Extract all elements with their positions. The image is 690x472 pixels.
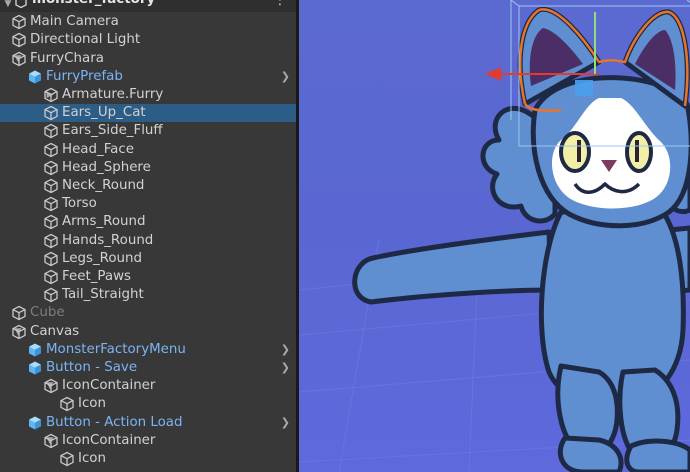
hierarchy-item-label: Icon <box>78 396 106 412</box>
hierarchy-item-label: Directional Light <box>30 32 141 48</box>
open-prefab-chevron-icon[interactable]: ❯ <box>281 359 290 377</box>
gameobject-icon <box>43 87 59 103</box>
hierarchy-item-label: FurryPrefab <box>46 68 123 84</box>
gameobject-icon <box>11 324 27 340</box>
gameobject-icon <box>43 142 59 158</box>
hierarchy-panel[interactable]: ▼ monster_factory ⋮ Main Camera Directional … <box>0 0 296 472</box>
hierarchy-item-label: Hands_Round <box>62 232 154 248</box>
eye-left <box>559 131 591 173</box>
hierarchy-item[interactable]: ▼Button - Action Load❯ <box>0 414 296 432</box>
gizmo-center-handle[interactable] <box>575 80 593 96</box>
hierarchy-item[interactable]: ▼ IconContainer <box>0 432 296 450</box>
gameobject-icon <box>43 251 59 267</box>
gameobject-icon <box>43 178 59 194</box>
gameobject-icon <box>59 451 75 467</box>
hierarchy-item-label: Feet_Paws <box>62 269 131 284</box>
hierarchy-item-label: Arms_Round <box>62 214 146 230</box>
character-arm-left <box>352 229 554 305</box>
gameobject-icon <box>43 287 59 303</box>
gameobject-icon <box>43 269 59 285</box>
hierarchy-item-label: Cube <box>30 305 65 321</box>
hierarchy-item-label: Armature.Furry <box>62 87 164 102</box>
hierarchy-item[interactable]: Neck_Round <box>0 177 296 195</box>
hierarchy-item[interactable]: Directional Light <box>0 31 296 49</box>
prefab-icon <box>27 69 43 85</box>
gameobject-icon <box>11 51 27 67</box>
hierarchy-item-label: Head_Sphere <box>62 159 151 175</box>
scene-view[interactable] <box>299 0 690 472</box>
character-foot-left <box>558 435 624 472</box>
scene-viewport[interactable] <box>299 0 690 472</box>
hierarchy-item[interactable]: Feet_Paws <box>0 268 296 286</box>
hierarchy-menu-button[interactable]: ⋮ <box>273 0 287 7</box>
hierarchy-item-label: IconContainer <box>62 378 156 394</box>
fold-arrow-icon[interactable]: ▼ <box>2 0 14 13</box>
hierarchy-item[interactable]: Icon <box>0 395 296 413</box>
character-foot-right <box>624 438 690 472</box>
gameobject-icon <box>43 214 59 230</box>
gameobject-icon <box>43 123 59 139</box>
hierarchy-item[interactable]: ▼Button - Save❯ <box>0 359 296 377</box>
scene-name: monster_factory <box>32 0 155 6</box>
hierarchy-item[interactable]: Cube <box>0 304 296 322</box>
gameobject-icon <box>59 396 75 412</box>
open-prefab-chevron-icon[interactable]: ❯ <box>281 68 290 86</box>
scene-title-row[interactable]: ▼ monster_factory ⋮ <box>0 0 296 12</box>
hierarchy-item-label: Canvas <box>30 323 80 339</box>
hierarchy-item[interactable]: Head_Sphere <box>0 159 296 177</box>
hierarchy-item[interactable]: Legs_Round <box>0 250 296 268</box>
hierarchy-item-label: Main Camera <box>30 14 119 30</box>
hierarchy-item-label: IconContainer <box>62 432 156 448</box>
hierarchy-item-label: Neck_Round <box>62 178 145 193</box>
hierarchy-item[interactable]: Head_Face <box>0 141 296 159</box>
scene-icon <box>14 0 30 11</box>
furry-character[interactable] <box>352 6 690 472</box>
hierarchy-item[interactable]: Arms_Round <box>0 213 296 231</box>
hierarchy-item[interactable]: Ears_Side_Fluff <box>0 122 296 140</box>
unity-editor: ▼ monster_factory ⋮ Main Camera Directional … <box>0 0 690 472</box>
prefab-icon <box>27 415 43 431</box>
gameobject-icon <box>43 160 59 176</box>
gizmo-x-arrow[interactable] <box>485 67 501 81</box>
hierarchy-item-label: Tail_Straight <box>62 287 144 303</box>
hierarchy-item-label: Icon <box>78 451 106 466</box>
hierarchy-item-label: Ears_Up_Cat <box>62 105 146 121</box>
prefab-icon <box>27 342 43 358</box>
hierarchy-item-label: Legs_Round <box>62 250 143 266</box>
hierarchy-item-label: FurryChara <box>30 50 104 66</box>
gameobject-icon <box>43 105 59 121</box>
pupil-left <box>577 140 581 162</box>
open-prefab-chevron-icon[interactable]: ❯ <box>281 341 290 359</box>
hierarchy-item-label: Button - Action Load <box>46 414 183 430</box>
hierarchy-item[interactable]: Torso <box>0 195 296 213</box>
hierarchy-item[interactable]: ▼ IconContainer <box>0 377 296 395</box>
hierarchy-item[interactable]: ▶MonsterFactoryMenu❯ <box>0 341 296 359</box>
hierarchy-item-label: MonsterFactoryMenu <box>46 341 186 357</box>
hierarchy-item[interactable]: Ears_Up_Cat <box>0 104 296 123</box>
hierarchy-item-label: Ears_Side_Fluff <box>62 123 163 139</box>
hierarchy-item[interactable]: ▼FurryPrefab❯ <box>0 68 296 86</box>
hierarchy-item[interactable]: ▶ Armature.Furry <box>0 86 296 104</box>
hierarchy-item[interactable]: Icon <box>0 450 296 468</box>
gameobject-icon <box>43 433 59 449</box>
open-prefab-chevron-icon[interactable]: ❯ <box>281 414 290 432</box>
hierarchy-item[interactable]: ▼ FurryChara <box>0 50 296 68</box>
hierarchy-item[interactable]: ▼ Canvas <box>0 323 296 341</box>
hierarchy-item-label: Torso <box>62 196 97 212</box>
gameobject-icon <box>11 14 27 30</box>
hierarchy-item[interactable]: Main Camera <box>0 13 296 31</box>
hierarchy-item[interactable]: Hands_Round <box>0 232 296 250</box>
gameobject-icon <box>43 378 59 394</box>
gameobject-icon <box>43 233 59 249</box>
gameobject-icon <box>43 196 59 212</box>
prefab-icon <box>27 360 43 376</box>
hierarchy-item[interactable]: Tail_Straight <box>0 286 296 304</box>
gameobject-icon <box>11 32 27 48</box>
hierarchy-item-label: Head_Face <box>62 141 134 157</box>
hierarchy-item-label: Button - Save <box>46 360 138 375</box>
pupil-right <box>635 140 639 162</box>
gameobject-icon <box>11 305 27 321</box>
